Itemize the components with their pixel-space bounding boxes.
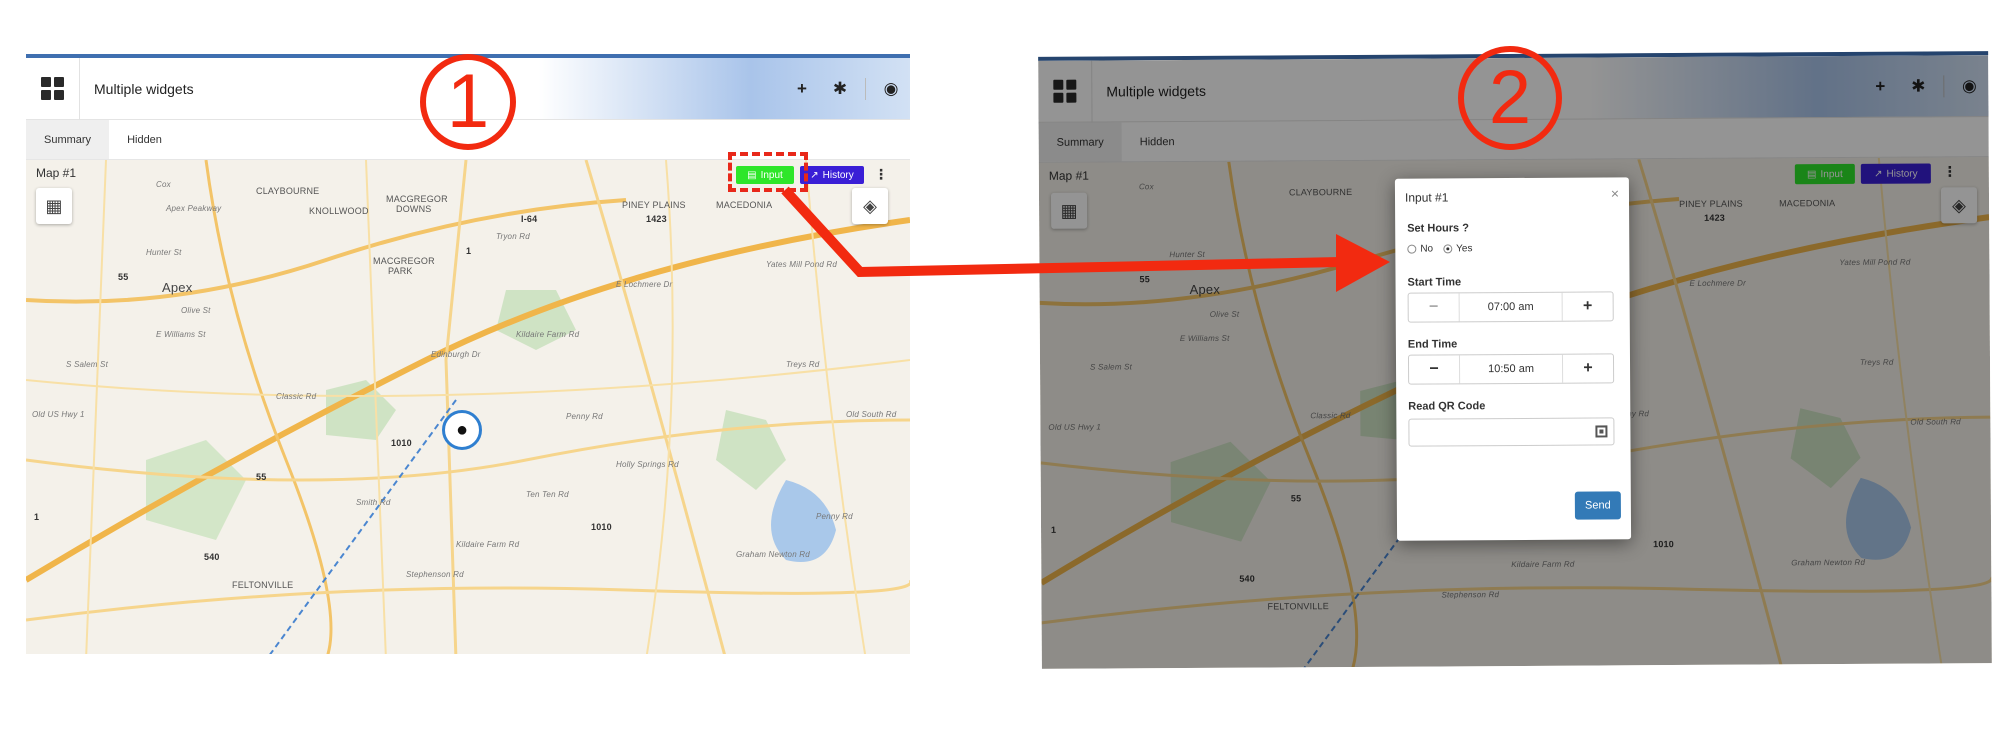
step-marker-1: 1 [420, 54, 516, 150]
annotation-arrow [781, 186, 1390, 292]
step-marker-2: 2 [1458, 46, 1562, 150]
